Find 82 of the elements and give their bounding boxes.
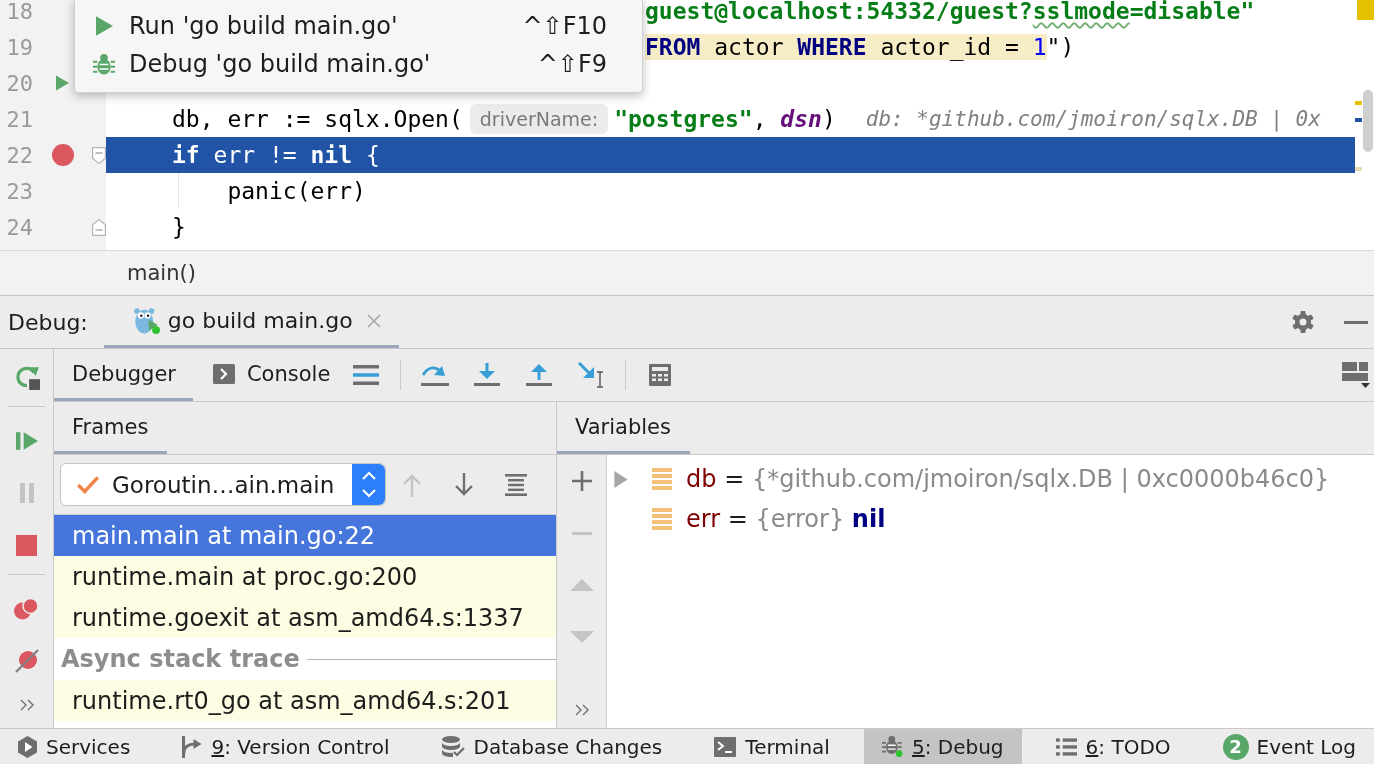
breadcrumb[interactable]: main() bbox=[127, 261, 196, 285]
close-icon[interactable] bbox=[366, 313, 381, 328]
line-number: 22 bbox=[5, 142, 33, 168]
code-text: } bbox=[172, 214, 186, 240]
variable-node[interactable]: err = {error} nil bbox=[686, 505, 886, 533]
stepper-icon bbox=[352, 464, 385, 505]
line-number: 18 bbox=[5, 0, 33, 24]
async-stack-trace-label: Async stack trace bbox=[61, 645, 300, 673]
thread-selector[interactable]: Goroutin…ain.main bbox=[60, 463, 386, 506]
list-icon[interactable] bbox=[505, 473, 527, 496]
calculator-icon[interactable] bbox=[649, 364, 672, 386]
run-icon bbox=[95, 16, 113, 36]
step-out-icon[interactable] bbox=[526, 363, 553, 387]
list-icon bbox=[1055, 737, 1077, 756]
resume-icon[interactable] bbox=[15, 432, 38, 450]
arrow-down-icon[interactable] bbox=[454, 472, 474, 497]
frame-item[interactable]: runtime.goexit at asm_amd64.s:1337 bbox=[54, 597, 556, 638]
mascot-icon bbox=[132, 307, 160, 334]
tool-window-button[interactable]: Terminal bbox=[696, 729, 848, 764]
step-into-icon[interactable] bbox=[474, 363, 501, 387]
frame-item[interactable]: runtime.rt0_go at asm_amd64.s:201 bbox=[54, 680, 556, 721]
tool-window-title: Debug: bbox=[7, 309, 88, 335]
variable-icon bbox=[652, 468, 672, 490]
shortcut-label: ^⇧F9 bbox=[537, 50, 607, 78]
tool-window-button[interactable]: 5: Debug bbox=[863, 729, 1022, 764]
double-chevron-icon[interactable] bbox=[574, 704, 589, 716]
terminal-icon bbox=[714, 736, 737, 757]
tab[interactable]: Debugger bbox=[54, 349, 193, 401]
menu-icon[interactable] bbox=[353, 365, 380, 385]
check-icon bbox=[76, 474, 100, 495]
code-text: db, err := sqlx.Open( bbox=[172, 106, 463, 132]
layout-icon[interactable] bbox=[1342, 362, 1370, 388]
code-text: FROM actor WHERE actor_id = 1") bbox=[645, 34, 1075, 60]
run-icon[interactable] bbox=[56, 75, 69, 91]
shortcut-label: ^⇧F10 bbox=[522, 12, 607, 40]
triangle-right-icon[interactable] bbox=[614, 470, 628, 488]
console-icon bbox=[212, 363, 235, 384]
scrollbar-thumb[interactable] bbox=[1363, 90, 1373, 152]
parameter-hint: driverName: bbox=[469, 104, 609, 134]
frame-item[interactable]: runtime.main at proc.go:200 bbox=[54, 556, 556, 597]
fold-marker-icon[interactable] bbox=[92, 146, 106, 164]
code-text: guest@localhost:54332/guest?sslmode=disable" bbox=[645, 0, 1255, 24]
breakpoints-icon[interactable] bbox=[14, 598, 39, 620]
branch-icon bbox=[182, 735, 203, 758]
menu-item[interactable]: Debug 'go build main.go' ^⇧F9 bbox=[75, 45, 642, 83]
panel-title: Frames bbox=[54, 402, 168, 454]
fold-marker-icon[interactable] bbox=[92, 218, 106, 236]
step-over-icon[interactable] bbox=[421, 363, 450, 387]
settings-icon[interactable] bbox=[1291, 310, 1315, 334]
services-icon bbox=[18, 735, 37, 758]
line-number: 24 bbox=[5, 214, 33, 240]
breakpoint-icon[interactable] bbox=[51, 144, 74, 166]
session-tab[interactable]: go build main.go bbox=[103, 296, 399, 348]
variable-icon bbox=[652, 508, 672, 530]
menu-item[interactable]: Run 'go build main.go' ^⇧F10 bbox=[75, 7, 642, 45]
inline-value-hint: db: *github.com/jmoiron/sqlx.DB | 0x bbox=[865, 107, 1321, 131]
stop-icon[interactable] bbox=[16, 534, 37, 556]
code-text: "postgres", dsn) bbox=[614, 106, 836, 132]
plus-icon[interactable] bbox=[571, 471, 592, 491]
minimize-icon[interactable] bbox=[1344, 320, 1368, 324]
tool-window-button[interactable]: Database Changes bbox=[423, 729, 681, 764]
tool-window-button[interactable]: Services bbox=[0, 729, 149, 764]
line-number: 19 bbox=[5, 34, 33, 60]
line-number: 20 bbox=[5, 70, 33, 96]
line-number: 21 bbox=[5, 106, 33, 132]
tool-window-button[interactable]: 6: TODO bbox=[1037, 729, 1189, 764]
rerun-icon[interactable] bbox=[13, 364, 40, 390]
run-to-cursor-icon[interactable] bbox=[578, 362, 605, 388]
tab[interactable]: Console bbox=[192, 349, 341, 401]
notification-badge: 2 bbox=[1222, 733, 1249, 760]
tool-window-button[interactable]: 2 Event Log bbox=[1204, 729, 1374, 764]
line-number: 23 bbox=[5, 178, 33, 204]
code-text: if err != nil { bbox=[172, 142, 380, 168]
bug-icon bbox=[93, 53, 115, 75]
frame-item[interactable]: main.main at main.go:22 bbox=[54, 515, 556, 556]
mute-breakpoints-icon[interactable] bbox=[14, 649, 39, 673]
tool-window-button[interactable]: 9: Version Control bbox=[164, 729, 408, 764]
variable-node[interactable]: db = {*github.com/jmoiron/sqlx.DB | 0xc0000b46c0} bbox=[686, 465, 1330, 493]
bug-icon bbox=[881, 736, 903, 757]
double-chevron-icon[interactable] bbox=[19, 699, 34, 711]
database-icon bbox=[441, 735, 465, 758]
code-text: panic(err) bbox=[227, 178, 366, 204]
